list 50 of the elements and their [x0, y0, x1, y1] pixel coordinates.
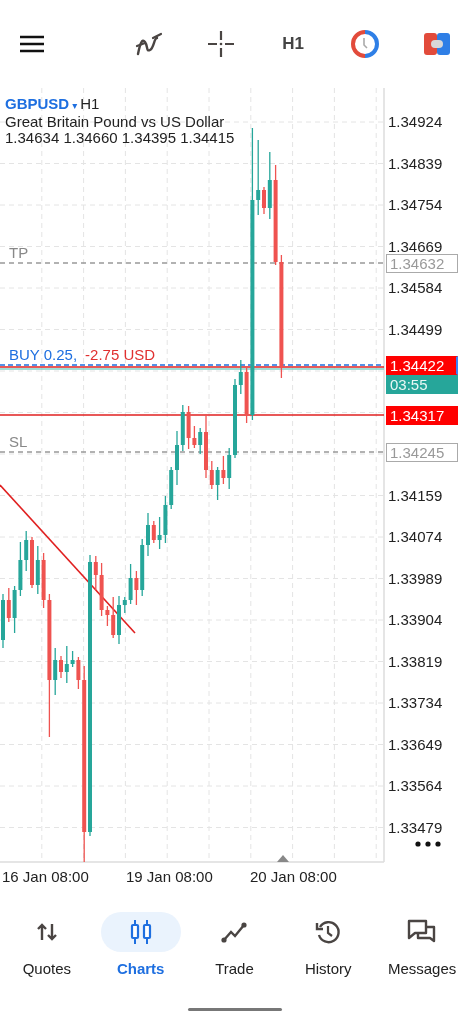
price-label: 1.33479: [388, 819, 443, 836]
chart-timeframe: H1: [80, 95, 100, 112]
price-label: 1.34074: [388, 529, 443, 545]
price-label: 1.34159: [388, 487, 443, 504]
price-label: 1.33734: [388, 695, 443, 711]
level-label: TP: [9, 244, 29, 261]
wave-icon: [135, 32, 163, 56]
price-label: 1.33564: [388, 778, 443, 794]
date-label: 19 Jan 08:00: [126, 868, 213, 885]
timeframe-button[interactable]: H1: [273, 24, 313, 64]
trend-line[interactable]: [0, 484, 136, 634]
dropdown-icon[interactable]: ▾: [72, 100, 78, 111]
date-label: 20 Jan 08:00: [250, 868, 337, 885]
menu-icon: [19, 34, 45, 54]
nav-tab[interactable]: Trade: [189, 912, 280, 977]
price-label: 1.33989: [388, 570, 443, 587]
candle-timer: 03:55: [386, 375, 458, 394]
ohlc-values: 1.34634 1.34660 1.34395 1.34415: [5, 130, 235, 146]
symbol-name[interactable]: GBPUSD: [5, 95, 70, 112]
price-label: 1.34499: [388, 321, 443, 338]
scroll-marker-icon[interactable]: [277, 855, 289, 862]
clock-ring-icon: [351, 30, 379, 58]
level-label: SL: [9, 433, 28, 450]
price-label: 1.34584: [388, 280, 443, 296]
line-chart-icon: [221, 921, 248, 943]
more-icon[interactable]: [415, 841, 441, 847]
price-label: 1.33819: [388, 653, 443, 670]
price-label: 1.34924: [388, 114, 443, 130]
date-label: 16 Jan 08:00: [2, 868, 89, 885]
price-label: 1.33904: [388, 612, 443, 628]
crosshair-icon: [207, 30, 235, 58]
candlestick-icon: [129, 919, 152, 945]
order-label: BUY 0.25,: [9, 346, 78, 363]
price-label: 1.34669: [388, 238, 443, 255]
nav-tab[interactable]: Messages: [377, 912, 468, 977]
current-price: 1.34422: [386, 356, 458, 375]
price-label: 1.33649: [388, 736, 443, 753]
level-price: 1.34317: [386, 406, 458, 425]
history-icon: [315, 919, 342, 945]
profit-label: -2.75 USD: [85, 346, 156, 363]
sort-arrows-icon: [35, 922, 58, 942]
home-indicator[interactable]: [187, 1007, 282, 1011]
nav-tab[interactable]: History: [283, 912, 374, 977]
nav-tab[interactable]: Quotes: [1, 912, 92, 977]
price-label: 1.34754: [388, 197, 443, 213]
price-label: 1.34839: [388, 155, 443, 172]
level-price: 1.34632: [386, 254, 458, 273]
symbol-description: Great Britain Pound vs US Dollar: [5, 114, 226, 130]
toggle-icon: [423, 31, 451, 57]
level-price: 1.34245: [386, 443, 458, 462]
